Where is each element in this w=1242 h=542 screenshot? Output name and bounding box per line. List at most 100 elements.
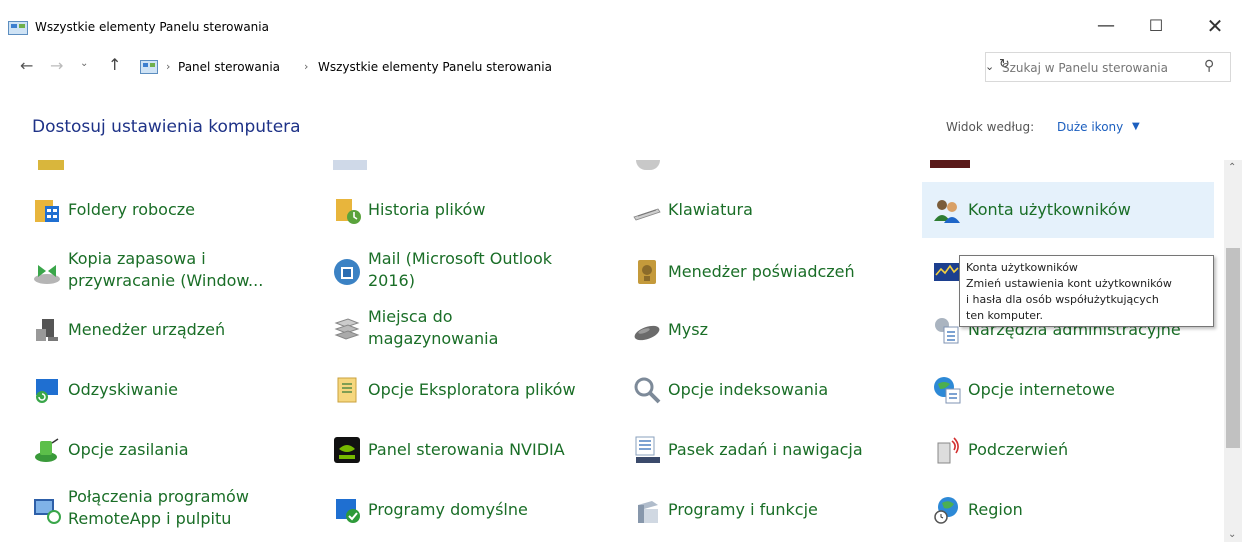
close-button[interactable]: ✕: [1195, 12, 1235, 40]
partial-item-icon: [333, 160, 367, 170]
item-label: Konta użytkowników: [968, 200, 1131, 219]
infrared-icon: [937, 437, 959, 464]
up-arrow-icon[interactable]: ↑: [108, 55, 121, 74]
window-title: Wszystkie elementy Panelu sterowania: [35, 20, 269, 34]
item-label-text: Kopia zapasowa i przywracanie (Window...: [68, 249, 264, 290]
cp-item-region[interactable]: Region: [922, 482, 1214, 538]
address-bar[interactable]: › Panel sterowania › Wszystkie elementy …: [132, 55, 984, 79]
admin-tools-icon: [935, 318, 959, 344]
item-label: Menedżer poświadczeń: [668, 262, 855, 281]
default-programs-icon: [336, 499, 360, 523]
minimize-button[interactable]: —: [1086, 12, 1126, 40]
credential-manager-icon: [638, 260, 656, 284]
cp-item-explorer-options[interactable]: Opcje Eksploratora plików: [322, 362, 612, 418]
nvidia-icon: [334, 437, 360, 463]
item-label: Opcje Eksploratora plików: [368, 380, 576, 399]
partial-item-icon: [38, 160, 64, 170]
cp-item-default-programs[interactable]: Programy domyślne: [322, 482, 612, 538]
programs-features-icon: [638, 501, 658, 523]
cp-item-backup[interactable]: Kopia zapasowa i przywracanie (Window...: [22, 244, 312, 300]
cp-item-file-history[interactable]: Historia plików: [322, 182, 612, 238]
region-icon: [934, 497, 958, 524]
item-label: Opcje internetowe: [968, 380, 1115, 399]
item-label: Opcje zasilania: [68, 440, 189, 459]
chevron-right-icon[interactable]: ›: [304, 60, 308, 73]
chevron-right-icon[interactable]: ›: [166, 60, 170, 73]
cp-item-remoteapp[interactable]: Połączenia programów RemoteApp i pulpitu: [22, 482, 312, 538]
recovery-icon: [36, 379, 58, 403]
caret-down-icon[interactable]: ▼: [1132, 121, 1140, 132]
vertical-scrollbar[interactable]: ⌃ ⌄: [1224, 160, 1242, 542]
backup-icon: [34, 265, 60, 284]
mail-icon: [334, 259, 360, 285]
item-label: Region: [968, 500, 1023, 519]
search-icon[interactable]: ⚲: [1204, 58, 1214, 74]
storage-spaces-icon: [334, 318, 360, 340]
tooltip: Konta użytkowników Zmień ustawienia kont…: [959, 255, 1214, 327]
scroll-thumb[interactable]: [1226, 248, 1240, 448]
item-label: Menedżer urządzeń: [68, 320, 226, 339]
cp-item-mouse[interactable]: Mysz: [622, 302, 912, 358]
item-label: Panel sterowania NVIDIA: [368, 440, 565, 459]
remoteapp-icon: [34, 499, 61, 524]
cp-item-work-folders[interactable]: Foldery robocze: [22, 182, 312, 238]
explorer-options-icon: [337, 377, 357, 403]
cp-item-infrared[interactable]: Podczerwień: [922, 422, 1214, 478]
item-label-text: Miejsca do magazynowania: [368, 307, 499, 348]
item-label-text: Połączenia programów RemoteApp i pulpitu: [68, 487, 249, 528]
forward-arrow-icon[interactable]: →: [50, 56, 63, 75]
partial-item-icon: [636, 160, 660, 170]
back-arrow-icon[interactable]: ←: [20, 56, 33, 75]
cp-item-indexing[interactable]: Opcje indeksowania: [622, 362, 912, 418]
search-input[interactable]: [986, 53, 1210, 83]
power-options-icon: [35, 438, 59, 462]
control-panel-icon: [140, 60, 158, 74]
title-bar: Wszystkie elementy Panelu sterowania — ☐…: [0, 0, 1242, 40]
taskbar-icon: [635, 436, 660, 463]
performance-monitor-icon: [934, 263, 960, 281]
item-label: Programy i funkcje: [668, 500, 818, 519]
control-panel-icon: [8, 21, 28, 35]
item-label: Kopia zapasowa i przywracanie (Window...: [68, 248, 288, 292]
item-label: Historia plików: [368, 200, 486, 219]
breadcrumb-item[interactable]: Wszystkie elementy Panelu sterowania: [318, 60, 552, 74]
cp-item-device-manager[interactable]: Menedżer urządzeń: [22, 302, 312, 358]
cp-item-power-options[interactable]: Opcje zasilania: [22, 422, 312, 478]
breadcrumb-item[interactable]: Panel sterowania: [178, 60, 280, 74]
partial-item-icon: [930, 160, 970, 168]
cp-item-programs-features[interactable]: Programy i funkcje: [622, 482, 912, 538]
item-label: Mail (Microsoft Outlook 2016): [368, 248, 583, 292]
item-label: Miejsca do magazynowania: [368, 306, 528, 350]
tooltip-line: Zmień ustawienia kont użytkowników: [966, 277, 1172, 290]
item-label: Foldery robocze: [68, 200, 195, 219]
items-grid: Foldery robocze Historia plików Klawiatu…: [0, 160, 1224, 542]
internet-options-icon: [934, 377, 961, 404]
tooltip-line: ten komputer.: [966, 309, 1044, 322]
view-by-dropdown[interactable]: Duże ikony: [1057, 120, 1123, 134]
search-box[interactable]: ⚲: [985, 52, 1231, 83]
item-label: Programy domyślne: [368, 500, 528, 519]
mouse-icon: [634, 325, 660, 341]
item-label: Pasek zadań i nawigacja: [668, 440, 863, 459]
item-label: Opcje indeksowania: [668, 380, 829, 399]
cp-item-user-accounts[interactable]: Konta użytkowników: [922, 182, 1214, 238]
cp-item-taskbar[interactable]: Pasek zadań i nawigacja: [622, 422, 912, 478]
indexing-icon: [634, 377, 661, 404]
cp-item-keyboard[interactable]: Klawiatura: [622, 182, 912, 238]
cp-item-recovery[interactable]: Odzyskiwanie: [22, 362, 312, 418]
cp-item-mail[interactable]: Mail (Microsoft Outlook 2016): [322, 244, 612, 300]
file-history-icon: [336, 199, 361, 224]
recent-locations-icon[interactable]: ⌄: [80, 58, 88, 69]
scroll-up-arrow-icon[interactable]: ⌃: [1228, 162, 1236, 173]
view-by-label: Widok według:: [946, 120, 1035, 134]
cp-item-credential-manager[interactable]: Menedżer poświadczeń: [622, 244, 912, 300]
item-label: Mysz: [668, 320, 709, 339]
tooltip-line: i hasła dla osób współużytkujących: [966, 293, 1159, 306]
item-label: Podczerwień: [968, 440, 1069, 459]
cp-item-storage-spaces[interactable]: Miejsca do magazynowania: [322, 302, 612, 358]
cp-item-nvidia[interactable]: Panel sterowania NVIDIA: [322, 422, 612, 478]
device-manager-icon: [36, 319, 58, 341]
cp-item-internet-options[interactable]: Opcje internetowe: [922, 362, 1214, 418]
maximize-button[interactable]: ☐: [1136, 12, 1176, 40]
scroll-down-arrow-icon[interactable]: ⌄: [1228, 529, 1236, 540]
